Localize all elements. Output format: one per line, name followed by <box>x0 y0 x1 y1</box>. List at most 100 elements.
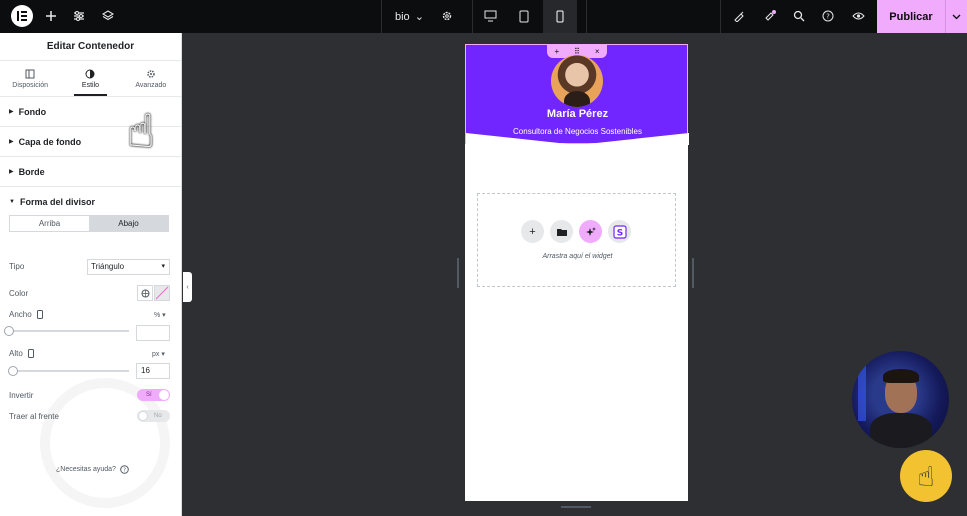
width-label: Ancho <box>9 310 32 319</box>
height-slider-track[interactable] <box>9 370 129 372</box>
height-unit[interactable]: px ▾ <box>152 350 165 358</box>
mobile-preview-canvas: + ⠿ × María Pérez Consultora de Negocios… <box>465 44 689 501</box>
height-input[interactable]: 16 <box>136 363 170 379</box>
mobile-responsive-icon <box>36 310 43 319</box>
divider-top-option[interactable]: Arriba <box>10 216 89 231</box>
section-border[interactable]: ▶ Borde <box>0 157 181 187</box>
publish-button[interactable]: Publicar <box>877 0 945 33</box>
caret-right-icon: ▶ <box>9 139 14 145</box>
height-unit-value: px <box>152 351 160 358</box>
settings-sliders-icon[interactable] <box>71 8 87 24</box>
global-color-icon[interactable] <box>137 285 153 301</box>
color-label: Color <box>9 289 29 298</box>
width-row: Ancho <box>9 310 43 319</box>
width-slider-knob[interactable] <box>4 326 14 336</box>
notifications-icon[interactable] <box>762 8 778 24</box>
preview-eye-icon[interactable] <box>850 8 866 24</box>
layout-icon <box>25 69 35 78</box>
width-slider-track[interactable] <box>9 330 129 332</box>
toggle-knob <box>138 411 148 421</box>
publish-options-chevron-icon[interactable] <box>945 0 967 33</box>
add-container-icon[interactable]: + <box>554 47 559 56</box>
section-shape-divider[interactable]: ▼ Forma del divisor <box>0 187 181 217</box>
hero-container[interactable]: + ⠿ × María Pérez Consultora de Negocios… <box>465 44 689 145</box>
style-icon <box>85 69 95 78</box>
svg-text:S: S <box>616 228 622 238</box>
caret-down-icon: ▼ <box>9 199 15 205</box>
elementor-logo-icon[interactable] <box>11 5 33 27</box>
desktop-icon[interactable] <box>482 8 498 24</box>
bring-front-toggle[interactable]: No <box>137 410 170 422</box>
widget-dropzone[interactable]: + S Arrastra aquí el widget <box>477 193 676 287</box>
type-select[interactable]: Triángulo ▾ <box>87 259 170 275</box>
bring-front-toggle-value: No <box>154 413 162 419</box>
profile-name: María Pérez <box>546 108 609 120</box>
hand-pointer-cursor-icon: ☝ <box>127 105 156 157</box>
brush-icon[interactable] <box>731 8 747 24</box>
width-input[interactable] <box>136 325 170 341</box>
canvas-resize-handle-left[interactable] <box>457 258 459 288</box>
help-icon[interactable]: ? <box>820 8 836 24</box>
search-icon[interactable] <box>791 8 807 24</box>
delete-container-icon[interactable]: × <box>595 47 600 56</box>
invert-label: Invertir <box>9 391 34 400</box>
panel-tabs: Disposición Estilo Avanzado <box>0 61 181 97</box>
profile-photo <box>551 55 603 107</box>
svg-text:?: ? <box>123 468 126 474</box>
top-bar: bio ⌄ ? Publicar <box>0 0 967 33</box>
bring-front-label: Traer al frente <box>9 412 59 421</box>
tab-label: Avanzado <box>135 81 167 89</box>
dropzone-hint: Arrastra aquí el widget <box>542 253 613 260</box>
ai-sparkle-icon[interactable] <box>579 220 602 243</box>
tab-style[interactable]: Estilo <box>60 61 120 96</box>
question-icon: ? <box>120 465 129 474</box>
add-element-icon[interactable] <box>43 8 59 24</box>
page-selector[interactable]: bio ⌄ <box>395 10 424 24</box>
divider-position-toggle: Arriba Abajo <box>9 215 169 232</box>
caret-right-icon: ▶ <box>9 109 14 115</box>
mobile-icon[interactable] <box>552 8 568 24</box>
starter-templates-s-icon[interactable]: S <box>608 220 631 243</box>
collapse-panel-chevron-icon[interactable]: ‹ <box>183 272 192 302</box>
canvas-resize-handle-bottom[interactable] <box>561 506 591 508</box>
mobile-responsive-icon <box>27 349 34 358</box>
height-label: Alto <box>9 349 23 358</box>
panel-title: Editar Contenedor <box>0 33 181 61</box>
chevron-down-icon: ▾ <box>161 263 165 270</box>
section-label: Forma del divisor <box>19 197 95 207</box>
color-swatch[interactable] <box>154 285 170 301</box>
presenter-webcam <box>852 351 949 448</box>
section-label: Borde <box>18 166 45 177</box>
tab-label: Estilo <box>81 81 100 89</box>
canvas-resize-handle-right[interactable] <box>692 258 694 288</box>
profile-subtitle: Consultora de Negocios Sostenibles <box>513 127 642 136</box>
invert-toggle-value: Sí <box>146 392 152 398</box>
width-unit[interactable]: % ▾ <box>154 311 166 319</box>
template-library-folder-icon[interactable] <box>550 220 573 243</box>
shape-divider-controls: Arriba Abajo <box>0 215 181 232</box>
gear-icon <box>147 69 155 78</box>
invert-toggle[interactable]: Sí <box>137 389 170 401</box>
chevron-down-icon: ⌄ <box>414 11 424 23</box>
tab-layout[interactable]: Disposición <box>0 61 60 96</box>
height-row: Alto <box>9 349 34 358</box>
height-slider-knob[interactable] <box>8 366 18 376</box>
section-label: Fondo <box>18 106 47 117</box>
page-settings-gear-icon[interactable] <box>439 8 455 24</box>
toggle-knob <box>159 390 169 400</box>
width-unit-value: % <box>154 312 161 319</box>
help-link[interactable]: ¿Necesitas ayuda? ? <box>56 465 129 474</box>
divider-bottom-option[interactable]: Abajo <box>89 216 168 231</box>
type-select-value: Triángulo <box>91 262 125 271</box>
click-hand-icon: ☝ <box>900 450 952 502</box>
section-label: Capa de fondo <box>18 136 82 147</box>
tablet-icon[interactable] <box>516 8 532 24</box>
help-label: ¿Necesitas ayuda? <box>56 466 116 473</box>
page-name: bio <box>395 10 410 23</box>
add-section-icon[interactable]: + <box>521 220 544 243</box>
tab-advanced[interactable]: Avanzado <box>121 61 181 96</box>
caret-right-icon: ▶ <box>9 169 14 175</box>
layers-icon[interactable] <box>100 8 116 24</box>
type-label: Tipo <box>9 262 25 271</box>
dropzone-actions: + S <box>521 220 631 243</box>
